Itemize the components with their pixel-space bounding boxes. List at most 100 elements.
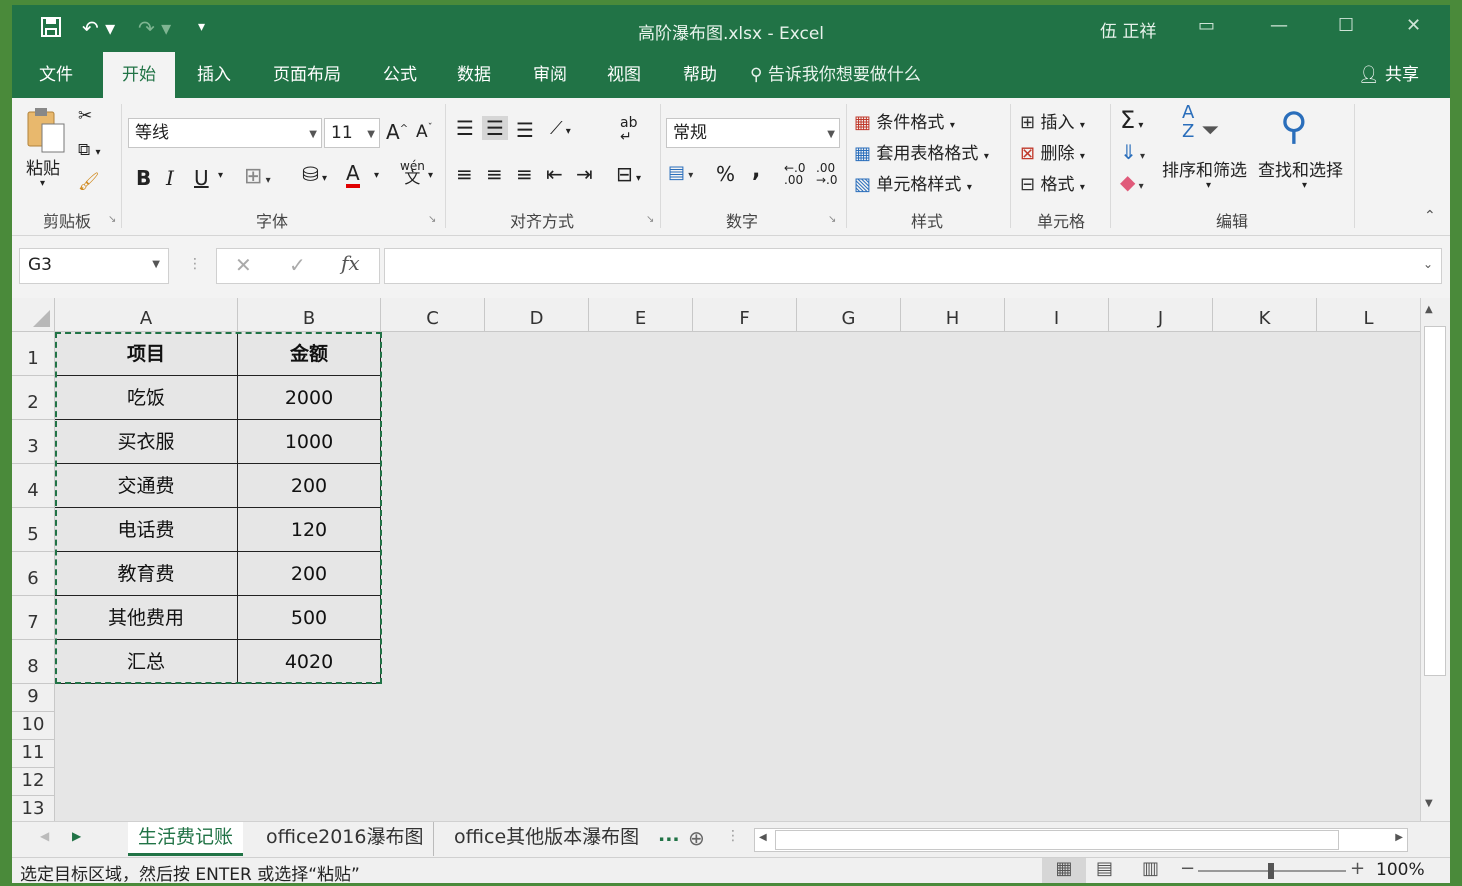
orientation-icon[interactable]: ⟋ ▾ [550, 118, 571, 139]
italic-button[interactable]: I [166, 166, 174, 190]
find-select-label[interactable]: 查找和选择 [1258, 156, 1343, 181]
align-top-icon[interactable]: ☰ [456, 116, 474, 140]
row-header-3[interactable]: 3 [12, 420, 55, 464]
column-header-d[interactable]: D [485, 298, 589, 332]
row-header-4[interactable]: 4 [12, 464, 55, 508]
font-launcher-icon[interactable]: ↘ [428, 214, 436, 225]
row-header-11[interactable]: 11 [12, 740, 55, 768]
column-header-c[interactable]: C [381, 298, 485, 332]
hscroll-thumb[interactable] [775, 830, 1339, 850]
prev-sheet-icon[interactable]: ◀ [40, 829, 49, 843]
format-cells-button[interactable]: ⊟ 格式 ▾ [1020, 170, 1085, 195]
column-header-i[interactable]: I [1005, 298, 1109, 332]
ribbon-display-icon[interactable]: ▭ [1198, 15, 1215, 36]
column-header-k[interactable]: K [1213, 298, 1317, 332]
font-color-icon[interactable]: A [346, 162, 360, 188]
row-header-5[interactable]: 5 [12, 508, 55, 552]
header-cell[interactable]: 金额 [238, 332, 381, 376]
merge-center-icon[interactable]: ⊟ ▾ [616, 162, 641, 186]
insert-cells-button[interactable]: ⊞ 插入 ▾ [1020, 108, 1085, 133]
zoom-in-icon[interactable]: + [1350, 858, 1365, 879]
underline-button[interactable]: U [194, 166, 209, 190]
tab-splitter-icon[interactable]: ⋮ [726, 828, 740, 844]
cut-icon[interactable]: ✂ [78, 106, 92, 126]
table-cell[interactable]: 吃饭 [55, 376, 238, 420]
scroll-up-icon[interactable]: ▲ [1425, 304, 1433, 315]
enter-check-icon[interactable]: ✓ [289, 253, 306, 277]
table-cell[interactable]: 买衣服 [55, 420, 238, 464]
column-header-j[interactable]: J [1109, 298, 1213, 332]
bold-button[interactable]: B [136, 166, 151, 190]
conditional-format-button[interactable]: ▦ 条件格式 ▾ [854, 108, 955, 133]
page-break-view-icon[interactable]: ▥ [1142, 858, 1159, 879]
phonetic-icon[interactable]: wén 文 [400, 160, 425, 186]
font-size-combo[interactable]: 11 ▼ [324, 118, 380, 148]
zoom-level[interactable]: 100% [1376, 860, 1425, 880]
vertical-scrollbar[interactable]: ▲ ▼ [1420, 298, 1450, 821]
zoom-out-icon[interactable]: − [1180, 858, 1195, 879]
number-format-combo[interactable]: 常规 ▼ [666, 118, 840, 148]
fill-color-icon[interactable]: ⛁ ▾ [302, 162, 327, 186]
phonetic-dropdown-icon[interactable]: ▾ [428, 170, 433, 181]
tab-formulas[interactable]: 公式 [368, 52, 432, 98]
format-as-table-button[interactable]: ▦ 套用表格格式 ▾ [854, 139, 989, 164]
decrease-font-icon[interactable]: Aˇ [416, 122, 433, 142]
scroll-down-icon[interactable]: ▼ [1425, 798, 1433, 809]
paste-icon[interactable] [24, 106, 68, 156]
wrap-text-icon[interactable]: ab ↵ [620, 116, 637, 144]
expand-formula-icon[interactable]: ⌄ [1423, 257, 1433, 271]
align-bottom-icon[interactable]: ☰ [516, 118, 534, 142]
borders-icon[interactable]: ⊞ ▾ [244, 164, 271, 189]
cell-grid[interactable]: A B C D E F G H I J K L 1 2 3 4 5 6 7 8 9 10 11 12 13 项目 金额 吃饭 2000 买… [12, 298, 1421, 821]
scroll-left-icon[interactable]: ◀ [759, 832, 767, 843]
page-layout-view-icon[interactable]: ▤ [1096, 858, 1113, 879]
comma-button[interactable]: , [752, 158, 760, 183]
name-box[interactable]: G3 ▼ [19, 248, 169, 284]
sort-filter-label[interactable]: 排序和筛选 [1162, 156, 1247, 181]
percent-button[interactable]: % [716, 162, 735, 186]
increase-indent-icon[interactable]: ⇥ [576, 162, 593, 186]
align-center-icon[interactable]: ≡ [486, 162, 503, 186]
autosum-icon[interactable]: Σ ▾ [1120, 106, 1143, 134]
accounting-format-icon[interactable]: ▤ ▾ [668, 162, 693, 183]
header-cell[interactable]: 项目 [55, 332, 238, 376]
select-all-corner[interactable] [12, 298, 55, 332]
row-header-2[interactable]: 2 [12, 376, 55, 420]
number-launcher-icon[interactable]: ↘ [828, 214, 836, 225]
tab-review[interactable]: 审阅 [518, 52, 582, 98]
scroll-right-icon[interactable]: ▶ [1395, 832, 1403, 843]
clear-icon[interactable]: ◆ ▾ [1120, 170, 1144, 194]
tab-page-layout[interactable]: 页面布局 [260, 52, 354, 98]
row-header-6[interactable]: 6 [12, 552, 55, 596]
table-cell[interactable]: 1000 [238, 420, 381, 464]
column-header-g[interactable]: G [797, 298, 901, 332]
share-button[interactable]: 👤︎ 共享 [1358, 52, 1419, 98]
paste-dropdown-icon[interactable]: ▾ [40, 178, 45, 189]
row-header-12[interactable]: 12 [12, 768, 55, 796]
maximize-icon[interactable]: ☐ [1338, 15, 1354, 36]
tell-me-search[interactable]: ⚲ 告诉我你想要做什么 [750, 52, 921, 98]
column-header-a[interactable]: A [55, 298, 238, 332]
column-header-e[interactable]: E [589, 298, 693, 332]
format-painter-icon[interactable]: 🖌︎ [78, 172, 100, 192]
alignment-launcher-icon[interactable]: ↘ [646, 214, 654, 225]
row-header-9[interactable]: 9 [12, 684, 55, 712]
tab-data[interactable]: 数据 [442, 52, 506, 98]
font-name-combo[interactable]: 等线 ▼ [128, 118, 322, 148]
underline-dropdown-icon[interactable]: ▾ [218, 170, 223, 181]
sheet-tab-office2016-waterfall[interactable]: office2016瀑布图 [256, 822, 435, 856]
row-header-13[interactable]: 13 [12, 796, 55, 821]
table-cell[interactable]: 200 [238, 552, 381, 596]
formula-input[interactable]: ⌄ [384, 248, 1442, 284]
paste-label[interactable]: 粘贴 [26, 154, 60, 179]
sort-filter-icon[interactable]: AZ ⏷ [1182, 104, 1230, 148]
cancel-icon[interactable]: ✕ [235, 253, 252, 277]
column-header-f[interactable]: F [693, 298, 797, 332]
minimize-icon[interactable]: — [1270, 15, 1288, 36]
scroll-thumb[interactable] [1424, 326, 1446, 676]
table-cell[interactable]: 2000 [238, 376, 381, 420]
delete-cells-button[interactable]: ⊠ 删除 ▾ [1020, 139, 1085, 164]
normal-view-icon[interactable]: ▦ [1042, 858, 1086, 883]
table-cell[interactable]: 200 [238, 464, 381, 508]
tab-home[interactable]: 开始 [103, 52, 175, 98]
